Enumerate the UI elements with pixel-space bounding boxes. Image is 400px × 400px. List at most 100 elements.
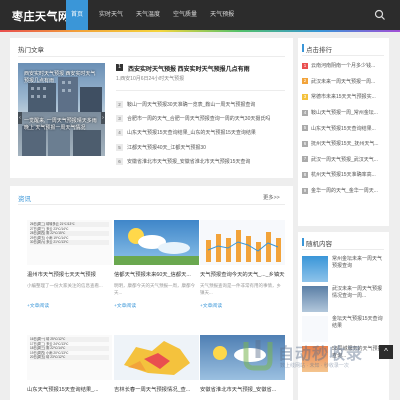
rank-number: 1 <box>302 62 308 69</box>
read-article-link[interactable]: +文章阅读 <box>27 302 112 309</box>
random-content-heading: 随机内容 <box>306 241 332 248</box>
forecast-row: 30日(周六) 多云 21℃/13℃ <box>30 240 109 245</box>
back-to-top-button[interactable]: ^ <box>379 345 393 359</box>
rainbow-divider <box>0 30 400 32</box>
site-logo[interactable]: 枣庄天气网 <box>12 8 70 24</box>
map-image <box>124 341 190 375</box>
rank-number: 2 <box>302 78 308 85</box>
news-heading: 资讯 <box>18 196 31 203</box>
nav-item-realtime-weather[interactable]: 实时天气 <box>94 0 128 30</box>
list-item[interactable]: 5 江都天气预报40天_江都天气预报30 <box>116 140 291 154</box>
list-item-title: 合肥市一周的天气_合肥一周天气预报查询一周的天气30天摄氏吗 <box>127 115 271 122</box>
news-card[interactable]: 信都天气预报未来60天_信都天... 明明，康都今天的天气预报一周，康都今天..… <box>114 220 199 309</box>
card-thumbnail <box>200 220 285 265</box>
feature-article-meta: 1.西安10月6日24小时天气预报 <box>116 76 185 82</box>
list-item-title: 山东天气预报15天查询结果_山东的天气预报15天查询结果 <box>127 130 256 137</box>
rank-number: 3 <box>302 93 308 100</box>
card-title[interactable]: 安徽省淮北市天气预报_安徽省... <box>200 385 285 393</box>
list-item[interactable]: 3 合肥市一周的天气_合肥一周天气预报查询一周的天气30天摄氏吗 <box>116 111 291 125</box>
carousel-next-button[interactable]: › <box>101 112 105 124</box>
list-item[interactable]: 58同城服务的天气预报查询... <box>302 346 384 372</box>
card-title[interactable]: 吉林长春一周天气预报情况_查... <box>114 385 199 393</box>
card-title[interactable]: 天气预报查询今天的天气_..._乡镇天气预报 <box>200 270 285 278</box>
read-article-link[interactable]: +文章阅读 <box>200 302 285 309</box>
nav-item-temperature[interactable]: 天气温度 <box>131 0 165 30</box>
list-item-title: 常州金坛未来一周天气预报查询 <box>332 256 383 269</box>
divider <box>302 249 384 250</box>
divider <box>302 55 384 56</box>
carousel-prev-button[interactable]: ‹ <box>18 112 22 124</box>
list-item-title: 58同城服务的天气预报查询... <box>332 346 383 359</box>
news-card[interactable]: 26日(周二) 晴转多云 21℃/13℃ 27日(周三) 多云 23℃/14℃ … <box>27 220 112 309</box>
ranking-heading: 点击排行 <box>306 47 332 54</box>
list-item[interactable]: 常州金坛未来一周天气预报查询 <box>302 256 384 282</box>
list-item[interactable]: 2 武汉未来一周天气预报一周... <box>302 74 384 90</box>
card-description: 天气预报查询是一件非常有用的事情，乡镇天... <box>200 283 281 295</box>
card-title[interactable]: 温州市天气预报七天天气预报 <box>27 270 112 278</box>
hot-image-caption: 西安实时天气预报 西安实时天气预报几点有雨 <box>24 71 96 84</box>
rank-number: 5 <box>116 143 123 151</box>
list-item[interactable]: 1 云南河南阴南一个月多少钱... <box>302 58 384 74</box>
hot-article-list: 2 鞍山一周天气预报30天准确一览表_鞍山一周天气预报查询 3 合肥市一周的天气_合… <box>116 97 291 168</box>
list-item-title: 江都天气预报40天_江都天气预报30 <box>127 144 206 151</box>
nav-item-air-quality[interactable]: 空气质量 <box>168 0 202 30</box>
list-item-title: 鞍山一周天气预报30天准确一览表_鞍山一周天气预报查询 <box>127 101 256 108</box>
list-item[interactable]: 5 山东天气预报15天查询结果... <box>302 120 384 136</box>
item-thumbnail <box>302 286 328 312</box>
main-nav: 首页 实时天气 天气温度 空气质量 天气预报 <box>66 0 239 30</box>
list-item[interactable]: 8 杭州天气预报15天准确率高... <box>302 167 384 183</box>
divider <box>18 204 285 205</box>
card-title[interactable]: 信都天气预报未来60天_信都天... <box>114 270 199 278</box>
read-article-link[interactable]: +文章阅读 <box>114 302 199 309</box>
nav-item-home[interactable]: 首页 <box>66 0 89 30</box>
list-item-title: 武汉未来一周天气预报情况查询一周... <box>332 286 383 299</box>
news-card[interactable]: 16日(周一) 晴 25℃/12℃ 17日(周二) 多云 24℃/13℃ 18日… <box>27 335 112 393</box>
list-item[interactable]: 2 鞍山一周天气预报30天准确一览表_鞍山一周天气预报查询 <box>116 97 291 111</box>
list-item-title: 金坛天气预报15天查询结果 <box>332 316 383 329</box>
card-thumbnail <box>200 335 285 380</box>
list-item[interactable]: 4 山东天气预报15天查询结果_山东的天气预报15天查询结果 <box>116 126 291 140</box>
hot-article-image[interactable]: 一觉醒来, 一周天气预报晴天多雨晚上 天气预报一周天气情况 <box>18 112 105 156</box>
news-card[interactable]: 天气预报查询今天的天气_..._乡镇天气预报 天气预报查询是一件非常有用的事情，… <box>200 220 285 309</box>
list-item-title: 杭州天气预报15天准确率高... <box>311 172 376 179</box>
rank-number: 3 <box>116 114 123 122</box>
card-thumbnail <box>114 220 199 265</box>
news-card[interactable]: 吉林长春一周天气预报情况_查... <box>114 335 199 393</box>
card-title[interactable]: 山东天气预报15天查询结果_... <box>27 385 112 393</box>
weather-chart-image <box>200 220 285 265</box>
rank-number: 6 <box>116 157 123 165</box>
list-item[interactable]: 3 常德市未来15天天气预报实... <box>302 89 384 105</box>
list-item[interactable]: 金坛天气预报15天查询结果 <box>302 316 384 342</box>
news-card[interactable]: 安徽省淮北市天气预报_安徽省... <box>200 335 285 393</box>
card-thumbnail: 16日(周一) 晴 25℃/12℃ 17日(周二) 多云 24℃/13℃ 18日… <box>27 335 112 380</box>
rank-number: 7 <box>302 156 308 163</box>
card-thumbnail: 26日(周二) 晴转多云 21℃/13℃ 27日(周三) 多云 23℃/14℃ … <box>27 220 112 265</box>
list-item-title: 山东天气预报15天查询结果... <box>311 125 376 132</box>
rank-number: 5 <box>302 125 308 132</box>
forecast-table-image: 26日(周二) 晴转多云 21℃/13℃ 27日(周三) 多云 23℃/14℃ … <box>27 220 112 265</box>
item-thumbnail <box>302 256 328 282</box>
heading-accent <box>302 44 304 52</box>
list-item-title: 云南河南阴南一个月多少钱... <box>311 63 376 70</box>
list-item[interactable]: 4 鞍山天气预报一周_常州金坛... <box>302 105 384 121</box>
list-item[interactable]: 9 金华一周的天气_金华一周天... <box>302 183 384 199</box>
list-item-title: 武汉未来一周天气预报一周... <box>311 78 376 85</box>
item-thumbnail <box>302 316 328 342</box>
nav-item-forecast[interactable]: 天气预报 <box>205 0 239 30</box>
rank-number: 4 <box>116 129 123 137</box>
search-icon[interactable] <box>374 9 386 21</box>
more-link[interactable]: 更多>> <box>263 193 280 201</box>
hot-image-caption: 一觉醒来, 一周天气预报晴天多雨晚上 天气预报一周天气情况 <box>24 118 97 131</box>
feature-article-title[interactable]: 西安实时天气预报 西安实时天气预报几点有雨 <box>128 64 250 73</box>
top-navigation-bar: 枣庄天气网 首页 实时天气 天气温度 空气质量 天气预报 <box>0 0 400 30</box>
rank-number: 4 <box>302 109 308 116</box>
list-item-title: 金华一周的天气_金华一周天... <box>311 188 378 195</box>
item-thumbnail <box>302 346 328 372</box>
list-item[interactable]: 武汉未来一周天气预报情况查询一周... <box>302 286 384 312</box>
hot-articles-heading: 热门文章 <box>18 47 44 54</box>
list-item[interactable]: 7 武汉一周天气预报_武汉天气... <box>302 152 384 168</box>
list-item-title: 安徽省淮北市天气预报_安徽省淮北市天气预报15天查询 <box>127 158 251 165</box>
list-item[interactable]: 6 安徽省淮北市天气预报_安徽省淮北市天气预报15天查询 <box>116 154 291 168</box>
card-description: 小编整理了一份大家关注的信息查看... <box>27 283 103 288</box>
list-item[interactable]: 6 抚州天气预报15天_抚州天气... <box>302 136 384 152</box>
